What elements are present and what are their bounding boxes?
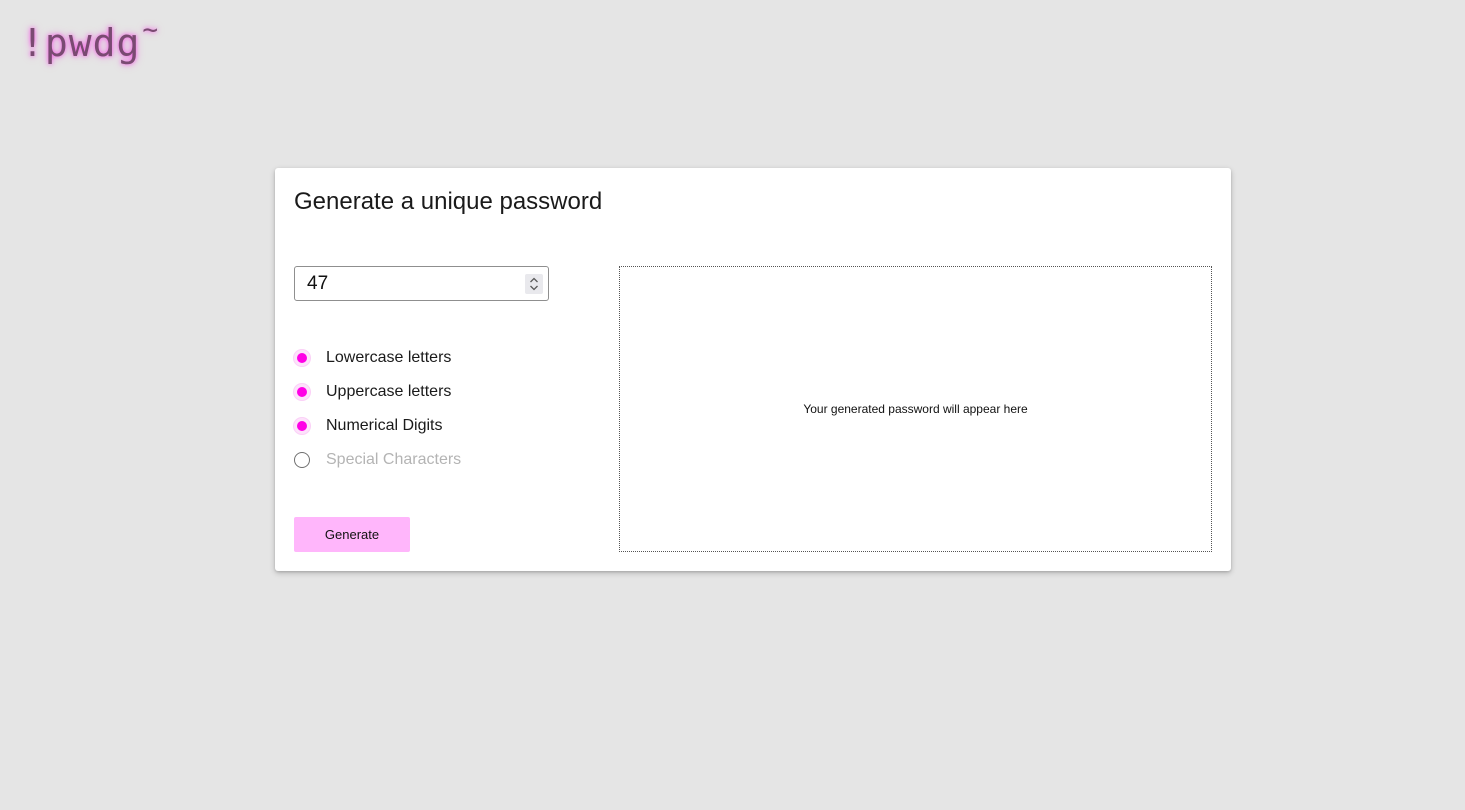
card-title: Generate a unique password — [294, 188, 603, 215]
password-generator-card: Generate a unique password 47 Lowercase … — [275, 168, 1231, 571]
logo-text: !pwdg — [21, 21, 141, 65]
logo-tilde: ~ — [142, 15, 160, 45]
lowercase-radio[interactable] — [294, 350, 310, 366]
option-uppercase[interactable]: Uppercase letters — [294, 378, 514, 412]
generate-button[interactable]: Generate — [294, 517, 410, 552]
option-lowercase[interactable]: Lowercase letters — [294, 344, 514, 378]
password-length-input[interactable]: 47 — [294, 266, 549, 301]
character-options: Lowercase letters Uppercase letters Nume… — [294, 344, 514, 480]
up-down-chevron-icon[interactable] — [525, 274, 543, 294]
option-digits[interactable]: Numerical Digits — [294, 412, 514, 446]
app-logo: !pwdg~ — [21, 6, 159, 67]
option-special[interactable]: Special Characters — [294, 446, 514, 480]
special-label[interactable]: Special Characters — [326, 450, 461, 470]
digits-label[interactable]: Numerical Digits — [326, 416, 442, 436]
special-radio[interactable] — [294, 452, 310, 468]
digits-radio[interactable] — [294, 418, 310, 434]
uppercase-radio[interactable] — [294, 384, 310, 400]
password-output-box[interactable]: Your generated password will appear here — [619, 266, 1212, 552]
uppercase-label[interactable]: Uppercase letters — [326, 382, 451, 402]
lowercase-label[interactable]: Lowercase letters — [326, 348, 451, 368]
output-placeholder: Your generated password will appear here — [803, 402, 1028, 416]
password-length-value[interactable]: 47 — [307, 273, 328, 295]
